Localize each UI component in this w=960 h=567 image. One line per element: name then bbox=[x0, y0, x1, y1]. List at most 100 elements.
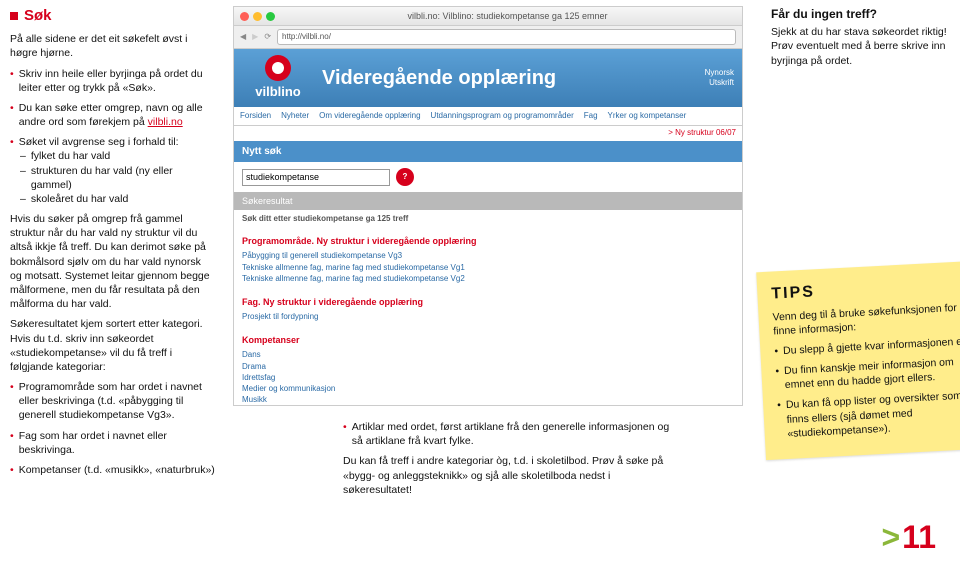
no-hits-heading: Får du ingen treff? bbox=[771, 6, 960, 22]
bullet-text: Du kan søke etter omgrep, navn og alle a… bbox=[19, 101, 215, 129]
tab-item[interactable]: Nyheter bbox=[281, 111, 309, 122]
reload-icon[interactable]: ⟳ bbox=[264, 32, 271, 43]
section-title: Søk bbox=[24, 6, 52, 26]
site-logo[interactable]: vilblino bbox=[234, 55, 322, 101]
bullet-item: • Fag som har ordet i navnet eller beskr… bbox=[10, 429, 215, 457]
group-heading: Programområde. Ny struktur i videregåend… bbox=[242, 235, 734, 247]
browser-window: vilbli.no: Vilblino: studiekompetanse ga… bbox=[233, 6, 743, 406]
search-button[interactable]: ? bbox=[396, 168, 414, 186]
tab-item[interactable]: Forsiden bbox=[240, 111, 271, 122]
result-link[interactable]: Idrettsfag bbox=[242, 372, 734, 383]
no-hits-block: Får du ingen treff? Sjekk at du har stav… bbox=[771, 6, 960, 68]
result-link[interactable]: Tekniske allmenne fag, marine fag med st… bbox=[242, 262, 734, 273]
tips-item: • Du kan få opp lister og oversikter som… bbox=[777, 388, 960, 441]
browser-toolbar: ◀ ▶ ⟳ http://vilbli.no/ bbox=[234, 26, 742, 49]
print-link[interactable]: Utskrift bbox=[705, 78, 734, 88]
tips-item: • Du slepp å gjette kvar informasjonen e… bbox=[774, 333, 960, 358]
forward-icon[interactable]: ▶ bbox=[252, 32, 258, 43]
result-group: Kompetanser Dans Drama Idrettsfag Medier… bbox=[234, 328, 742, 406]
bullet-dot-icon: • bbox=[777, 399, 783, 442]
middle-column: vilbli.no: Vilblino: studiekompetanse ga… bbox=[233, 6, 753, 503]
result-group: Fag. Ny struktur i videregående opplærin… bbox=[234, 290, 742, 328]
tab-item[interactable]: Om videregående opplæring bbox=[319, 111, 420, 122]
sub-text: skoleåret du har vald bbox=[31, 192, 128, 206]
search-row: ? bbox=[234, 162, 742, 192]
bullet-dot-icon: • bbox=[10, 135, 14, 149]
result-link[interactable]: Tekniske allmenne fag, marine fag med st… bbox=[242, 273, 734, 284]
window-titlebar: vilbli.no: Vilblino: studiekompetanse ga… bbox=[234, 7, 742, 26]
bullet-dot-icon: • bbox=[10, 380, 14, 423]
lang-link[interactable]: Nynorsk bbox=[705, 68, 734, 78]
group-heading: Kompetanser bbox=[242, 334, 734, 346]
bullet-dot-icon: • bbox=[775, 364, 780, 392]
logo-circle-icon bbox=[265, 55, 291, 81]
minimize-icon[interactable] bbox=[253, 12, 262, 21]
result-link[interactable]: Drama bbox=[242, 361, 734, 372]
bullet-item: • Du kan søke etter omgrep, navn og alle… bbox=[10, 101, 215, 129]
site-banner: vilblino Videregående opplæring Nynorsk … bbox=[234, 49, 742, 107]
result-link[interactable]: Dans bbox=[242, 349, 734, 360]
tips-text: Du finn kanskje meir informasjon om emne… bbox=[784, 354, 960, 393]
no-hits-text: Sjekk at du har stava søkeordet riktig! … bbox=[771, 25, 960, 68]
left-column: Søk På alle sidene er det eit søkefelt ø… bbox=[10, 6, 215, 503]
bullet-dot-icon: • bbox=[774, 344, 778, 358]
banner-title: Videregående opplæring bbox=[322, 65, 556, 92]
search-input[interactable] bbox=[242, 169, 390, 186]
bullet-dot-icon: • bbox=[10, 101, 14, 129]
result-group: Programområde. Ny struktur i videregåend… bbox=[234, 229, 742, 290]
dash-icon: – bbox=[20, 149, 26, 163]
tab-item[interactable]: Utdanningsprogram og programområder bbox=[431, 111, 574, 122]
sub-text: strukturen du har vald (ny eller gammel) bbox=[31, 164, 215, 192]
intro-paragraph: På alle sidene er det eit søkefelt øvst … bbox=[10, 32, 215, 60]
bullet-text: Kompetanser (t.d. «musikk», «naturbruk») bbox=[19, 463, 215, 477]
results-header: Søkeresultat bbox=[234, 192, 742, 210]
bullet-item: • Programområde som har ordet i navnet e… bbox=[10, 380, 215, 423]
sub-item: – skoleåret du har vald bbox=[10, 192, 215, 206]
bullet-text: Programområde som har ordet i navnet ell… bbox=[19, 380, 215, 423]
bullet-text: Artiklar med ordet, først artiklane frå … bbox=[352, 420, 673, 448]
tab-item[interactable]: Fag bbox=[584, 111, 598, 122]
address-bar[interactable]: http://vilbli.no/ bbox=[277, 29, 736, 45]
bullet-dot-icon: • bbox=[343, 420, 347, 448]
result-link[interactable]: Påbygging til generell studiekompetanse … bbox=[242, 250, 734, 261]
chevron-right-icon: > bbox=[881, 519, 900, 555]
article-text: • Artiklar med ordet, først artiklane fr… bbox=[233, 420, 753, 497]
dash-icon: – bbox=[20, 192, 26, 206]
bullet-dot-icon: • bbox=[10, 429, 14, 457]
close-icon[interactable] bbox=[240, 12, 249, 21]
tips-text: Du slepp å gjette kvar informasjonen er. bbox=[783, 334, 960, 358]
result-link[interactable]: Medier og kommunikasjon bbox=[242, 383, 734, 394]
result-link[interactable]: Prosjekt til fordypning bbox=[242, 311, 734, 322]
window-title: vilbli.no: Vilblino: studiekompetanse ga… bbox=[279, 10, 736, 22]
new-search-heading: Nytt søk bbox=[234, 141, 742, 163]
bullet-dot-icon: • bbox=[10, 463, 14, 477]
bullet-text: Skriv inn heile eller byrjinga på ordet … bbox=[19, 67, 215, 95]
bullet-item: • Kompetanser (t.d. «musikk», «naturbruk… bbox=[10, 463, 215, 477]
back-icon[interactable]: ◀ bbox=[240, 32, 246, 43]
group-heading: Fag. Ny struktur i videregående opplærin… bbox=[242, 296, 734, 308]
bullet-item: • Skriv inn heile eller byrjinga på orde… bbox=[10, 67, 215, 95]
tips-heading: TIPS bbox=[771, 273, 960, 306]
sub-item: – strukturen du har vald (ny eller gamme… bbox=[10, 164, 215, 192]
dash-icon: – bbox=[20, 164, 26, 192]
paragraph: Hvis du søker på omgrep frå gammel struk… bbox=[10, 212, 215, 311]
vilbli-link[interactable]: vilbli.no bbox=[148, 116, 183, 128]
result-link[interactable]: Musikk bbox=[242, 394, 734, 405]
banner-links: Nynorsk Utskrift bbox=[705, 68, 742, 87]
result-link[interactable]: Naturbruk bbox=[242, 405, 734, 406]
tab-item[interactable]: Yrker og kompetanser bbox=[608, 111, 687, 122]
zoom-icon[interactable] bbox=[266, 12, 275, 21]
tips-text: Du kan få opp lister og oversikter som i… bbox=[786, 388, 960, 441]
page-number: >11 bbox=[881, 516, 936, 559]
bullet-text: Søket vil avgrense seg i forhald til: bbox=[19, 135, 179, 149]
bullet-item: • Søket vil avgrense seg i forhald til: bbox=[10, 135, 215, 149]
red-square-icon bbox=[10, 12, 18, 20]
sub-item: – fylket du har vald bbox=[10, 149, 215, 163]
results-count: Søk ditt etter studiekompetanse ga 125 t… bbox=[234, 210, 742, 229]
paragraph: Du kan få treff i andre kategoriar òg, t… bbox=[343, 454, 673, 497]
right-column: Får du ingen treff? Sjekk at du har stav… bbox=[771, 6, 960, 503]
nav-tabs: Forsiden Nyheter Om videregående opplæri… bbox=[234, 107, 742, 126]
bullet-item: • Artiklar med ordet, først artiklane fr… bbox=[343, 420, 673, 448]
section-heading: Søk bbox=[10, 6, 215, 26]
structure-indicator: > Ny struktur 06/07 bbox=[234, 126, 742, 141]
